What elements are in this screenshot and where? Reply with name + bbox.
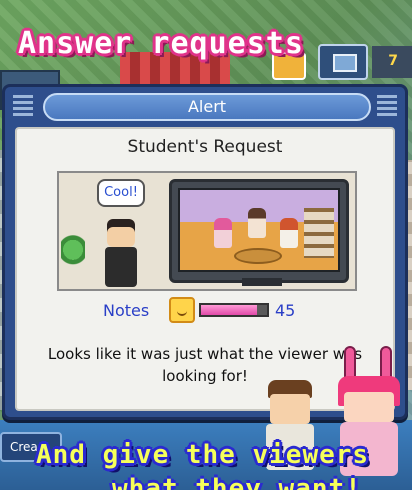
plant-icon — [61, 233, 85, 289]
request-title: Student's Request — [127, 137, 283, 157]
monitor-icon[interactable] — [318, 44, 368, 80]
speech-bubble: Cool! — [97, 179, 145, 207]
smiley-note-icon — [169, 297, 195, 323]
caption-bottom-line1: And give the viewers — [36, 440, 370, 470]
caption-top: Answer requests — [18, 26, 304, 61]
tv-icon — [169, 179, 349, 286]
notes-row: Notes 45 — [17, 297, 393, 325]
hud-count: 7 — [372, 46, 412, 78]
tv-screen — [178, 188, 340, 272]
student-head — [107, 219, 135, 247]
caption-bottom-line2: what they want! — [112, 474, 362, 490]
notes-value: 45 — [275, 301, 296, 320]
alert-title: Alert — [43, 93, 371, 121]
bookshelf-icon — [304, 208, 334, 258]
grip-lines-icon — [13, 95, 33, 117]
student-character — [101, 219, 139, 289]
tv-character — [280, 218, 298, 248]
boy-face — [270, 394, 310, 424]
tv-character — [214, 218, 232, 248]
table-icon — [234, 248, 282, 264]
notes-label: Notes — [103, 301, 150, 320]
notes-progress-fill — [201, 305, 258, 315]
girl-face — [344, 392, 394, 422]
tv-character — [248, 208, 266, 238]
tv-stand — [242, 278, 282, 286]
grip-lines-icon — [377, 95, 397, 117]
student-body — [105, 247, 137, 287]
notes-progress-bar — [199, 303, 269, 317]
request-scene: Cool! — [57, 171, 357, 291]
